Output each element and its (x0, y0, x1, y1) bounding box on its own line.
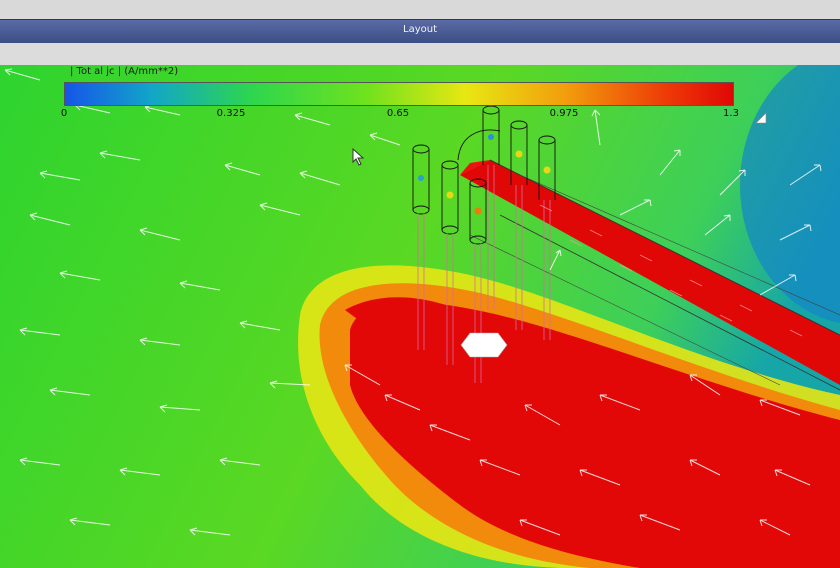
window-titlebar[interactable]: Layout (0, 19, 840, 44)
legend-tick-3: 0.975 (549, 108, 579, 119)
window-title: Layout (403, 24, 437, 35)
legend-title: | Tot al jc | (A/mm**2) (70, 66, 179, 77)
resize-corner-icon[interactable] (755, 112, 767, 124)
legend-tick-0: 0 (60, 108, 68, 119)
3d-viewport[interactable] (0, 65, 840, 568)
top-strip (0, 0, 840, 20)
mouse-pointer-icon (352, 148, 365, 166)
toolbar (0, 43, 840, 66)
current-density-field (0, 65, 840, 568)
legend-tick-1: 0.325 (216, 108, 246, 119)
legend-tick-2: 0.65 (386, 108, 410, 119)
legend-tick-4: 1.3 (723, 108, 739, 119)
color-scale-bar (64, 82, 734, 106)
